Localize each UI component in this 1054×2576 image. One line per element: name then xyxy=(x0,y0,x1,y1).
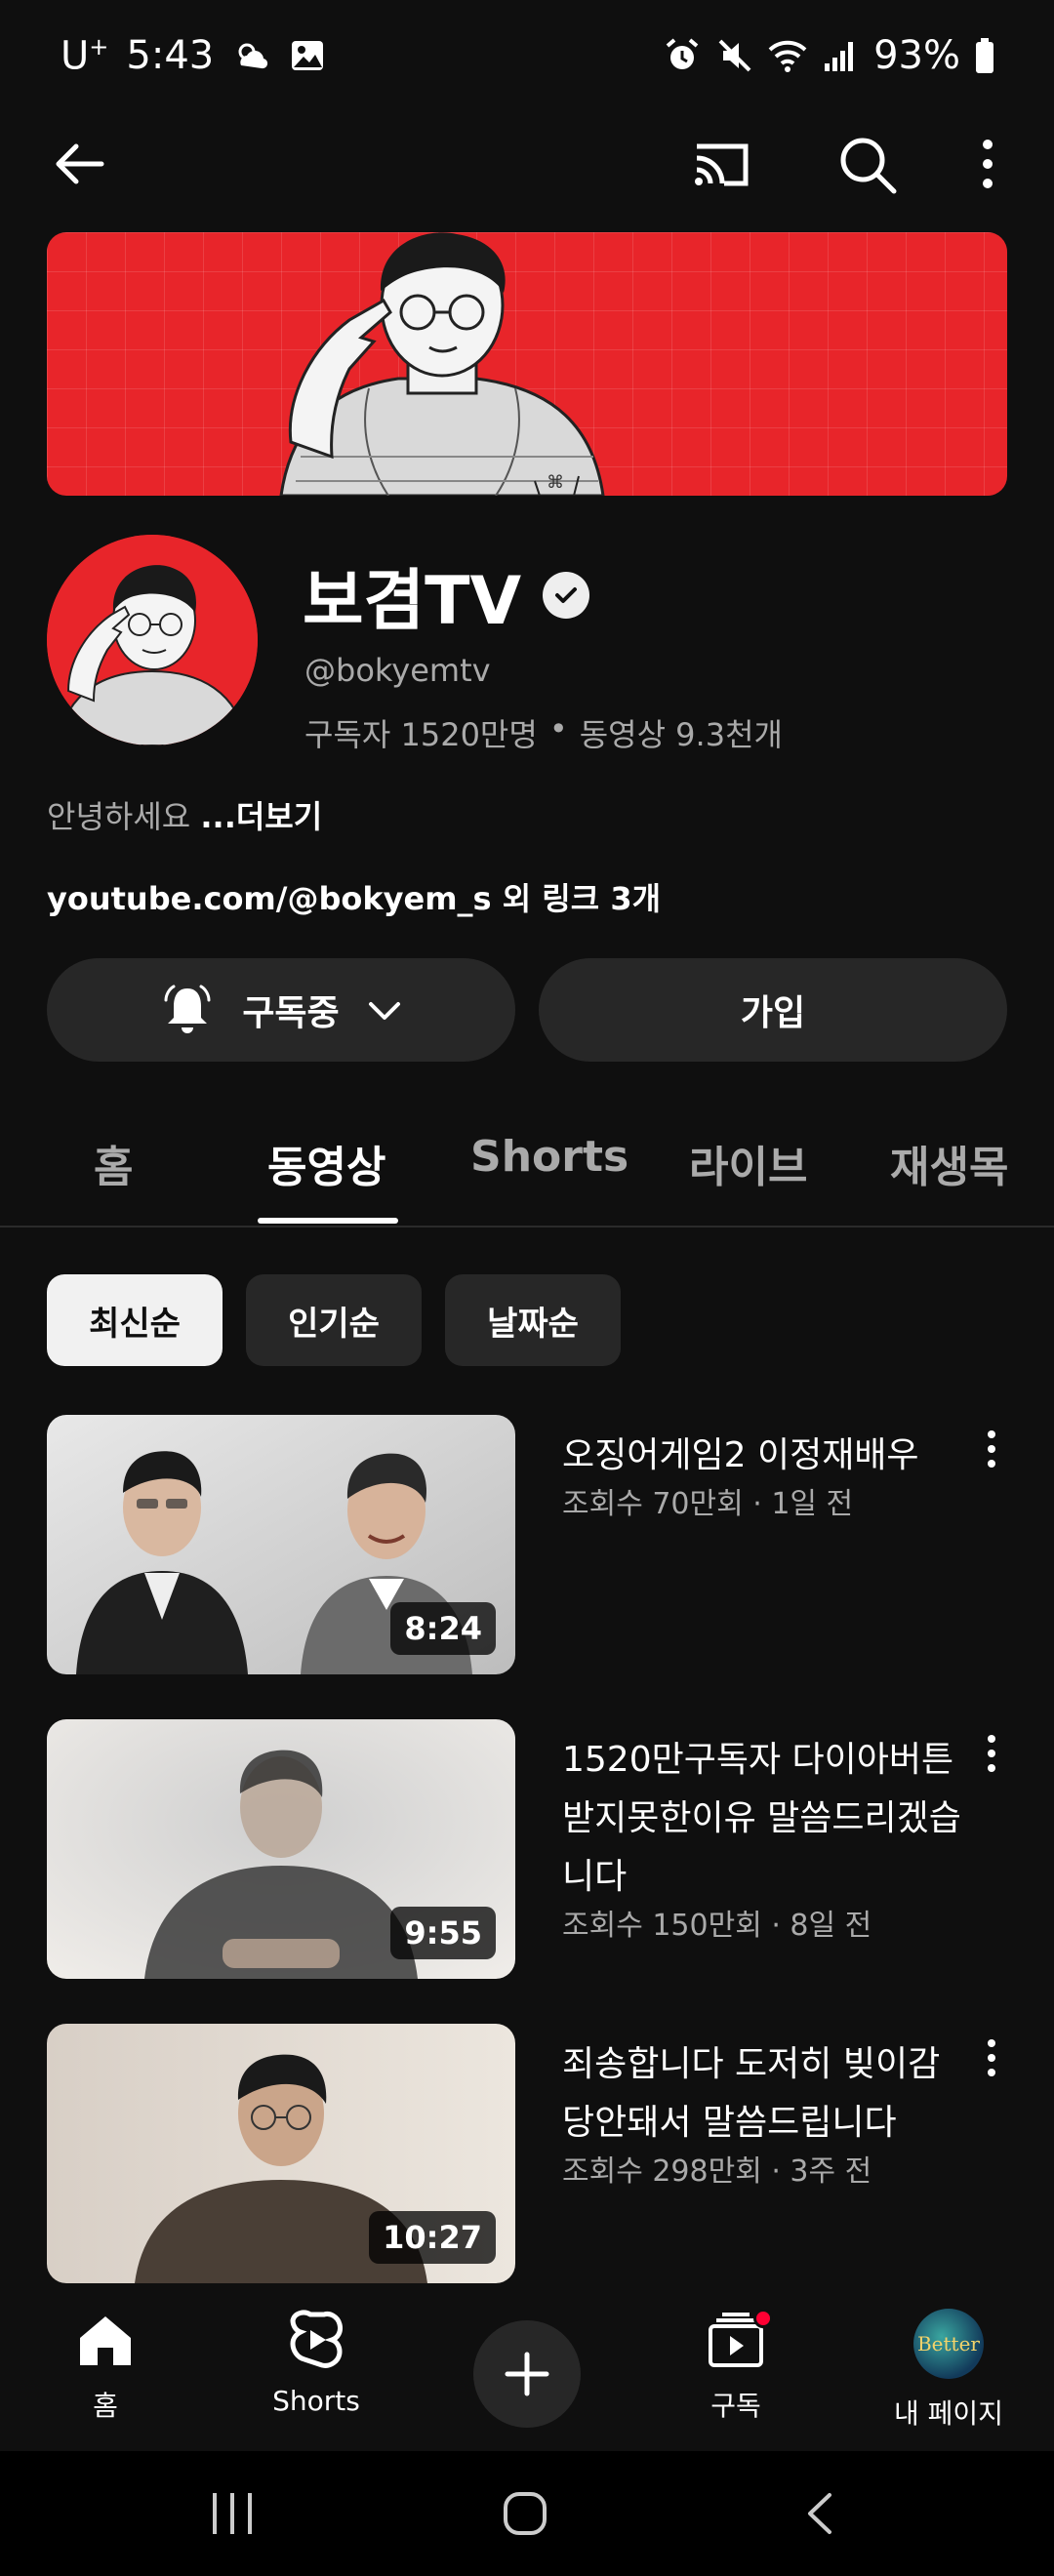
channel-avatar[interactable] xyxy=(47,535,258,745)
channel-handle: @bokyemtv xyxy=(304,652,491,689)
weather-icon xyxy=(238,43,268,69)
channel-links[interactable]: youtube.com/@bokyem_s 외 링크 3개 xyxy=(47,874,661,919)
more-button[interactable] xyxy=(956,133,1019,195)
video-more-button[interactable] xyxy=(972,1729,1011,1778)
battery-icon xyxy=(976,38,993,73)
video-duration: 8:24 xyxy=(390,1602,496,1655)
video-meta: 조회수 70만회 · 1일 전 xyxy=(562,1487,854,1521)
back-arrow-icon xyxy=(56,143,104,184)
alarm-icon xyxy=(666,38,699,69)
mute-icon xyxy=(718,39,751,72)
chevron-left-icon xyxy=(808,2493,831,2534)
video-thumbnail[interactable]: 10:27 xyxy=(47,2024,515,2283)
home-button[interactable] xyxy=(486,2482,564,2545)
video-item[interactable]: 10:27 죄송합니다 도저히 빚이감당안돼서 말씀드립니다 조회수 298만회… xyxy=(47,2024,1023,2283)
plus-icon xyxy=(505,2352,549,2396)
home-icon xyxy=(80,2316,131,2365)
search-button[interactable] xyxy=(835,133,898,195)
video-title[interactable]: 죄송합니다 도저히 빚이감당안돼서 말씀드립니다 xyxy=(562,2035,972,2153)
video-more-button[interactable] xyxy=(972,1425,1011,1473)
channel-title: 보겸TV xyxy=(303,546,590,643)
channel-banner: ⌘ xyxy=(47,232,1007,496)
video-item[interactable]: 8:24 오징어게임2 이정재배우 조회수 70만회 · 1일 전 xyxy=(47,1415,1023,1674)
banner-illustration: ⌘ xyxy=(279,232,605,496)
video-title[interactable]: 오징어게임2 이정재배우 xyxy=(562,1427,972,1485)
video-title[interactable]: 1520만구독자 다이아버튼 받지못한이유 말씀드리겠습니다 xyxy=(562,1731,972,1907)
video-meta: 조회수 150만회 · 8일 전 xyxy=(562,1909,872,1943)
chevron-down-icon xyxy=(368,1002,400,1020)
notification-dot xyxy=(753,2309,773,2328)
join-label: 가입 xyxy=(740,993,806,1033)
top-bar xyxy=(0,117,1054,211)
chip-oldest[interactable]: 날짜순 xyxy=(445,1274,621,1366)
channel-description[interactable]: 안녕하세요 ...더보기 xyxy=(47,792,322,837)
user-avatar: Better xyxy=(913,2309,984,2379)
video-thumbnail[interactable]: 9:55 xyxy=(47,1719,515,1979)
tab-shorts[interactable]: Shorts xyxy=(470,1132,628,1182)
subscribed-button[interactable]: 구독중 xyxy=(47,958,515,1062)
cast-icon xyxy=(695,143,749,186)
bell-icon xyxy=(164,985,211,1033)
status-bar: U+ 5:43 93% xyxy=(0,0,1054,117)
nav-home[interactable]: 홈 xyxy=(27,2309,183,2424)
tab-videos[interactable]: 동영상 xyxy=(267,1132,385,1194)
more-link[interactable]: ...더보기 xyxy=(200,798,322,835)
shorts-icon xyxy=(290,2310,343,2368)
video-meta: 조회수 298만회 · 3주 전 xyxy=(562,2154,872,2189)
nav-you-label: 내 페이지 xyxy=(894,2397,1003,2430)
chip-popular[interactable]: 인기순 xyxy=(246,1274,422,1366)
status-time: 5:43 xyxy=(126,33,215,79)
stats-separator: • xyxy=(548,710,568,747)
nav-subscriptions[interactable]: 구독 xyxy=(658,2309,814,2424)
tab-home[interactable]: 홈 xyxy=(94,1132,133,1194)
channel-name: 보겸TV xyxy=(303,563,522,640)
more-vertical-icon xyxy=(988,1735,995,1772)
video-duration: 9:55 xyxy=(390,1907,496,1959)
more-vertical-icon xyxy=(983,140,993,188)
subscribed-label: 구독중 xyxy=(242,993,340,1033)
channel-stats: 구독자 1520만명 • 동영상 9.3천개 xyxy=(304,710,783,755)
recent-apps-icon xyxy=(213,2493,252,2534)
svg-text:⌘: ⌘ xyxy=(547,472,564,492)
carrier-label: U+ xyxy=(61,33,109,79)
channel-tabs: 홈 동영상 Shorts 라이브 재생목 xyxy=(0,1093,1054,1228)
subscriber-count: 구독자 1520만명 xyxy=(304,716,538,753)
nav-shorts[interactable]: Shorts xyxy=(238,2309,394,2417)
recent-apps-button[interactable] xyxy=(193,2482,271,2545)
nav-you[interactable]: Better 내 페이지 xyxy=(871,2309,1027,2432)
more-vertical-icon xyxy=(988,2039,995,2076)
cast-button[interactable] xyxy=(691,133,753,195)
system-back-button[interactable] xyxy=(781,2482,859,2545)
system-navigation xyxy=(0,2451,1054,2576)
video-duration: 10:27 xyxy=(369,2211,496,2264)
more-vertical-icon xyxy=(988,1430,995,1468)
home-circle-icon xyxy=(504,2492,547,2535)
tab-playlists[interactable]: 재생목 xyxy=(890,1132,1008,1194)
avatar-illustration xyxy=(47,535,258,745)
tab-live[interactable]: 라이브 xyxy=(689,1132,807,1194)
bottom-navigation: 홈 Shorts 구독 Better 내 페이지 xyxy=(0,2283,1054,2451)
video-item[interactable]: 9:55 1520만구독자 다이아버튼 받지못한이유 말씀드리겠습니다 조회수 … xyxy=(47,1719,1023,1979)
description-text: 안녕하세요 xyxy=(47,798,201,835)
chip-latest[interactable]: 최신순 xyxy=(47,1274,223,1366)
video-more-button[interactable] xyxy=(972,2033,1011,2082)
search-icon xyxy=(840,138,897,194)
nav-subscriptions-label: 구독 xyxy=(710,2390,761,2422)
battery-percent: 93% xyxy=(873,33,960,78)
nav-shorts-label: Shorts xyxy=(272,2385,360,2417)
active-tab-indicator xyxy=(258,1218,398,1224)
wifi-icon xyxy=(768,40,807,72)
avatar-text: Better xyxy=(916,2332,980,2355)
back-button[interactable] xyxy=(49,133,111,195)
nav-home-label: 홈 xyxy=(93,2390,118,2422)
image-icon xyxy=(292,41,324,71)
join-button[interactable]: 가입 xyxy=(539,958,1007,1062)
verified-icon xyxy=(543,571,590,619)
signal-icon xyxy=(825,42,854,71)
create-button[interactable] xyxy=(473,2320,581,2428)
video-count: 동영상 9.3천개 xyxy=(579,716,783,753)
video-thumbnail[interactable]: 8:24 xyxy=(47,1415,515,1674)
